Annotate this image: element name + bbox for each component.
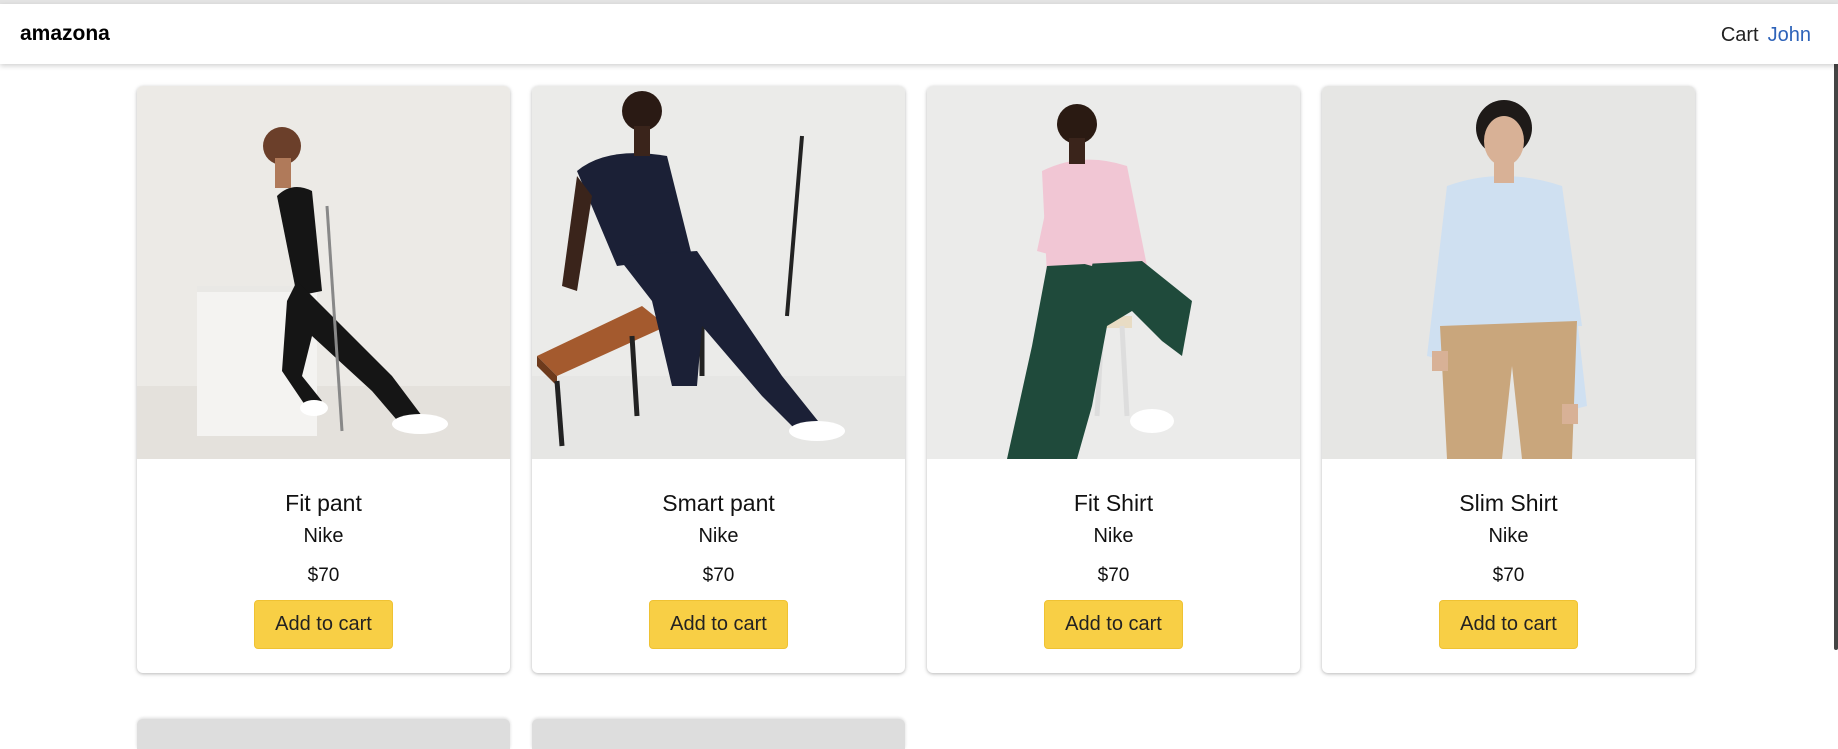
navbar: amazona Cart John xyxy=(0,4,1838,64)
product-image[interactable] xyxy=(927,86,1300,459)
product-price: $70 xyxy=(1097,565,1130,586)
nav-links: Cart John xyxy=(1721,24,1811,47)
product-image[interactable] xyxy=(137,86,510,459)
product-image[interactable] xyxy=(532,86,905,459)
product-photo-slim-shirt xyxy=(1322,86,1695,459)
product-card-body: Slim Shirt Nike $70 Add to cart xyxy=(1322,489,1695,649)
cart-link[interactable]: Cart xyxy=(1721,24,1759,47)
product-brand: Nike xyxy=(303,525,344,547)
product-price: $70 xyxy=(1492,565,1525,586)
product-card-body: Fit pant Nike $70 Add to cart xyxy=(137,489,510,649)
product-name[interactable]: Smart pant xyxy=(532,489,905,517)
product-card: Smart pant Nike $70 Add to cart xyxy=(532,86,905,673)
user-menu-link[interactable]: John xyxy=(1768,24,1811,47)
product-card: Fit pant Nike $70 Add to cart xyxy=(137,86,510,673)
product-card-body: Smart pant Nike $70 Add to cart xyxy=(532,489,905,649)
product-name[interactable]: Fit Shirt xyxy=(927,489,1300,517)
product-brand: Nike xyxy=(1093,525,1134,547)
product-card: Fit Shirt Nike $70 Add to cart xyxy=(927,86,1300,673)
add-to-cart-button[interactable]: Add to cart xyxy=(1439,600,1578,649)
product-card-partial[interactable] xyxy=(137,719,510,749)
product-name[interactable]: Fit pant xyxy=(137,489,510,517)
brand-logo[interactable]: amazona xyxy=(20,22,110,46)
product-brand: Nike xyxy=(698,525,739,547)
page-scrollbar[interactable] xyxy=(1834,30,1838,650)
product-price: $70 xyxy=(307,565,340,586)
product-price: $70 xyxy=(702,565,735,586)
product-image[interactable] xyxy=(1322,86,1695,459)
product-name[interactable]: Slim Shirt xyxy=(1322,489,1695,517)
add-to-cart-button[interactable]: Add to cart xyxy=(649,600,788,649)
product-card-partial[interactable] xyxy=(532,719,905,749)
product-card-body: Fit Shirt Nike $70 Add to cart xyxy=(927,489,1300,649)
add-to-cart-button[interactable]: Add to cart xyxy=(1044,600,1183,649)
product-photo-fit-pant xyxy=(137,86,510,459)
product-photo-smart-pant xyxy=(532,86,905,459)
product-card: Slim Shirt Nike $70 Add to cart xyxy=(1322,86,1695,673)
product-brand: Nike xyxy=(1488,525,1529,547)
add-to-cart-button[interactable]: Add to cart xyxy=(254,600,393,649)
product-photo-fit-shirt xyxy=(927,86,1300,459)
